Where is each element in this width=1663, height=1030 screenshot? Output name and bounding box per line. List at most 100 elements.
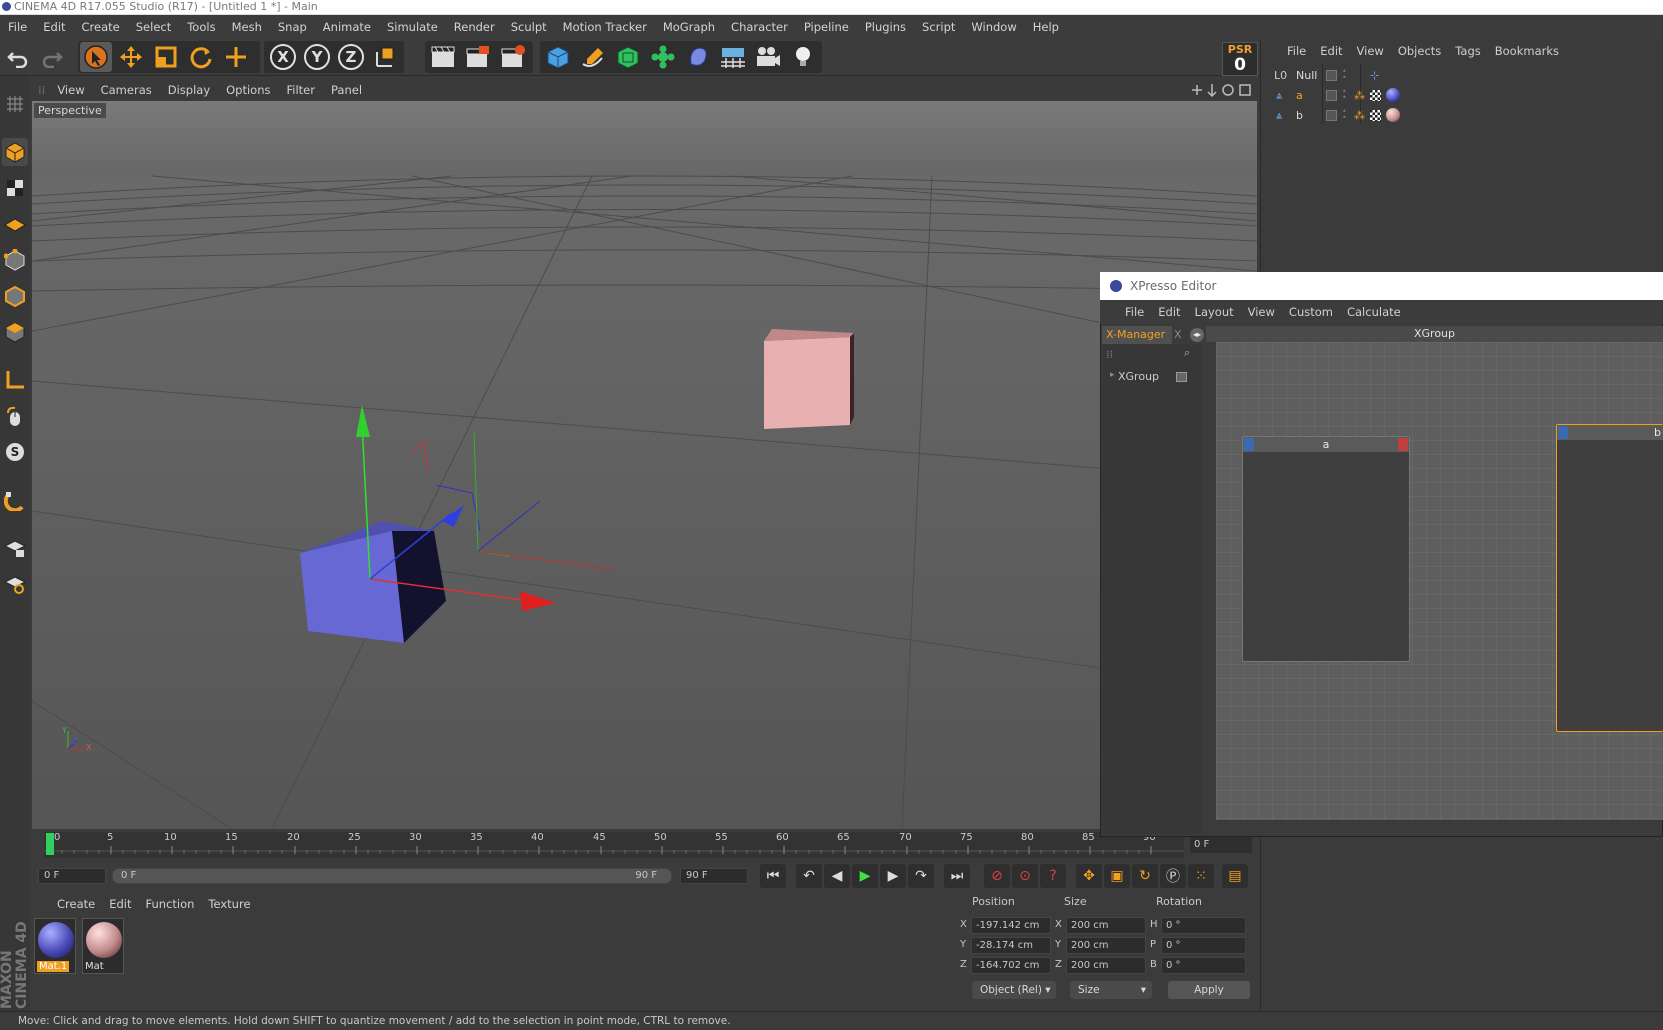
size-z-field[interactable]: 200 cm xyxy=(1066,957,1146,974)
xpresso-node-b[interactable]: b xyxy=(1556,424,1663,732)
rotate-icon[interactable] xyxy=(185,42,217,72)
viewport-nav-icons[interactable] xyxy=(1190,82,1255,98)
node-input-port[interactable] xyxy=(1244,438,1254,451)
menu-help[interactable]: Help xyxy=(1025,20,1067,34)
key-position-icon[interactable]: ✥ xyxy=(1076,864,1102,888)
key-parameter-icon[interactable]: Ⓟ xyxy=(1160,864,1186,888)
rotation-h-field[interactable]: 0 ° xyxy=(1161,917,1246,934)
visibility-dots-icon[interactable]: • • xyxy=(1342,68,1347,82)
psr-indicator[interactable]: PSR 0 xyxy=(1222,42,1258,76)
xmanager-search-icon[interactable]: ⌕ xyxy=(1184,346,1190,360)
xgroup-list-item[interactable]: ▸ XGroup xyxy=(1102,368,1202,386)
cloner-icon[interactable] xyxy=(647,42,679,72)
timeline-ruler[interactable]: 0 5 10 15 20 25 30 35 40 45 50 55 60 65 … xyxy=(44,832,1184,858)
light-icon[interactable] xyxy=(787,42,819,72)
material-tag-icon[interactable] xyxy=(1386,88,1400,102)
pen-spline-icon[interactable] xyxy=(577,42,609,72)
xpresso-menu-custom[interactable]: Custom xyxy=(1282,305,1340,319)
panel-grip-icon[interactable]: ⁞⁞ xyxy=(1106,348,1113,361)
layer-icon[interactable] xyxy=(1326,90,1337,101)
viewport-menu-cameras[interactable]: Cameras xyxy=(93,83,160,97)
key-scale-icon[interactable]: ▣ xyxy=(1104,864,1130,888)
key-pla-icon[interactable]: ⁙ xyxy=(1188,864,1214,888)
menu-script[interactable]: Script xyxy=(914,20,963,34)
node-output-port[interactable] xyxy=(1398,438,1408,451)
xpresso-menu-file[interactable]: File xyxy=(1118,305,1151,319)
xpresso-title-bar[interactable]: XPresso Editor xyxy=(1100,272,1663,300)
object-row-null[interactable]: L0 Null • • ⊹ xyxy=(1262,66,1662,85)
tweak-mode-icon[interactable] xyxy=(2,402,28,430)
coordinate-system-icon[interactable] xyxy=(369,42,401,72)
apply-button[interactable]: Apply xyxy=(1168,981,1250,999)
keyframe-selection-icon[interactable]: ? xyxy=(1040,864,1066,888)
tab-arrows-icon[interactable]: ◂▸ xyxy=(1190,328,1204,342)
objects-menu-bookmarks[interactable]: Bookmarks xyxy=(1488,44,1566,58)
model-mode-icon[interactable] xyxy=(2,138,28,166)
subdivision-icon[interactable] xyxy=(612,42,644,72)
tab-x-manager[interactable]: X-Manager xyxy=(1102,326,1172,344)
menu-animate[interactable]: Animate xyxy=(315,20,379,34)
render-picture-viewer-icon[interactable] xyxy=(462,42,494,72)
layer-icon[interactable] xyxy=(1326,70,1337,81)
prev-key-icon[interactable]: ↶ xyxy=(796,864,822,888)
menu-file[interactable]: File xyxy=(0,20,35,34)
viewport-menu-filter[interactable]: Filter xyxy=(279,83,323,97)
objects-menu-tags[interactable]: Tags xyxy=(1448,44,1487,58)
menu-render[interactable]: Render xyxy=(446,20,503,34)
object-row-b[interactable]: ⩓ b • • ⁂ xyxy=(1262,106,1662,125)
menu-edit[interactable]: Edit xyxy=(35,20,73,34)
panel-grip-icon[interactable]: ⁞⁞ xyxy=(32,83,49,97)
visibility-dots-icon[interactable]: • • xyxy=(1342,88,1347,102)
redo-icon[interactable] xyxy=(36,42,68,72)
y-axis-lock-icon[interactable]: Y xyxy=(301,42,333,72)
render-settings-icon[interactable] xyxy=(497,42,529,72)
edges-mode-icon[interactable] xyxy=(2,282,28,310)
polygons-mode-icon[interactable] xyxy=(2,318,28,346)
last-tool-icon[interactable] xyxy=(220,42,252,72)
solo-mode-icon[interactable]: S xyxy=(2,438,28,466)
scale-icon[interactable] xyxy=(150,42,182,72)
texture-mode-icon[interactable] xyxy=(2,174,28,202)
phong-tag-icon[interactable]: ⁂ xyxy=(1354,106,1365,125)
end-frame-field[interactable]: 90 F xyxy=(680,868,748,884)
xpresso-tag-icon[interactable]: ⊹ xyxy=(1370,66,1379,85)
next-frame-icon[interactable]: ▶ xyxy=(880,864,906,888)
material-menu-texture[interactable]: Texture xyxy=(201,897,257,911)
record-active-icon[interactable]: ⊘ xyxy=(984,864,1010,888)
xpresso-menu-layout[interactable]: Layout xyxy=(1188,305,1241,319)
live-selection-icon[interactable] xyxy=(80,42,112,72)
undo-icon[interactable] xyxy=(2,42,34,72)
xgroup-header[interactable]: XGroup xyxy=(1206,326,1663,342)
viewport-camera-label[interactable]: Perspective xyxy=(34,103,106,118)
position-x-field[interactable]: -197.142 cm xyxy=(971,917,1051,934)
deformer-icon[interactable] xyxy=(682,42,714,72)
position-y-field[interactable]: -28.174 cm xyxy=(971,937,1051,954)
layer-icon[interactable] xyxy=(1326,110,1337,121)
render-view-icon[interactable] xyxy=(427,42,459,72)
position-z-field[interactable]: -164.702 cm xyxy=(971,957,1051,974)
object-row-a[interactable]: ⩓ a • • ⁂ xyxy=(1262,86,1662,105)
menu-snap[interactable]: Snap xyxy=(270,20,315,34)
menu-plugins[interactable]: Plugins xyxy=(857,20,914,34)
timeline-window-icon[interactable]: ▤ xyxy=(1222,864,1248,888)
size-y-field[interactable]: 200 cm xyxy=(1066,937,1146,954)
viewport-menu-panel[interactable]: Panel xyxy=(323,83,370,97)
material-tag-icon[interactable] xyxy=(1386,108,1400,122)
x-axis-lock-icon[interactable]: X xyxy=(267,42,299,72)
size-mode-dropdown[interactable]: Size ▾ xyxy=(1070,981,1152,999)
locked-workplane-icon[interactable] xyxy=(2,534,28,562)
menu-mograph[interactable]: MoGraph xyxy=(655,20,723,34)
visibility-dots-icon[interactable]: • • xyxy=(1342,108,1347,122)
rotation-p-field[interactable]: 0 ° xyxy=(1161,937,1246,954)
material-mat[interactable]: Mat xyxy=(82,918,124,974)
tab-x-pool[interactable]: X xyxy=(1174,326,1188,344)
uvw-tag-icon[interactable] xyxy=(1370,110,1381,121)
menu-select[interactable]: Select xyxy=(128,20,179,34)
objects-menu-edit[interactable]: Edit xyxy=(1313,44,1349,58)
planar-workplane-icon[interactable] xyxy=(2,570,28,598)
menu-pipeline[interactable]: Pipeline xyxy=(796,20,857,34)
uvw-tag-icon[interactable] xyxy=(1370,90,1381,101)
phong-tag-icon[interactable]: ⁂ xyxy=(1354,86,1365,105)
objects-menu-file[interactable]: File xyxy=(1280,44,1313,58)
frame-range-slider[interactable]: 0 F 90 F xyxy=(112,868,672,884)
